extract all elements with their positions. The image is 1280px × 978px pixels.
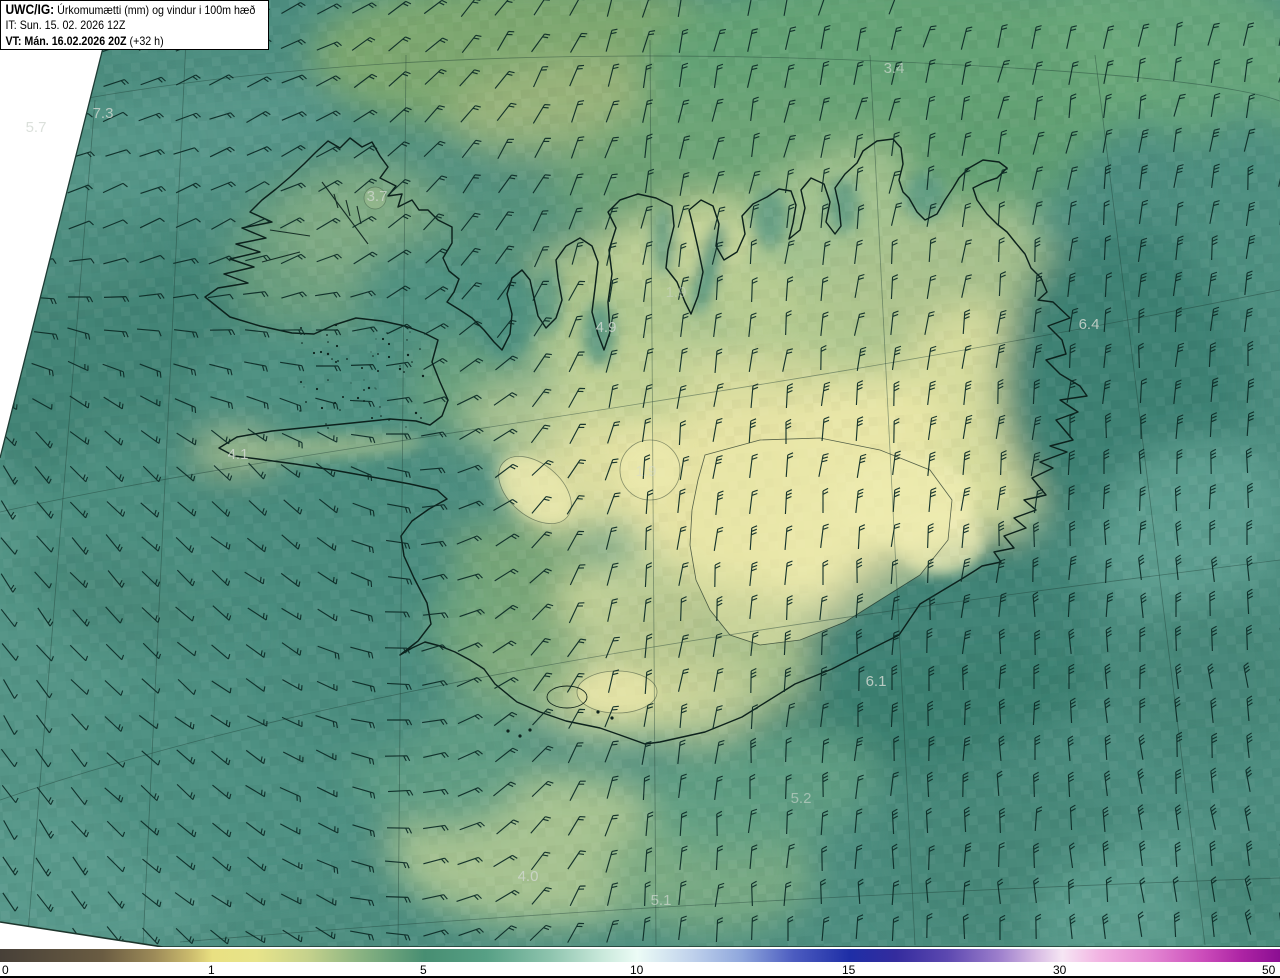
svg-text:5.7: 5.7 [26, 119, 47, 136]
svg-text:7.3: 7.3 [93, 105, 114, 122]
svg-text:5.1: 5.1 [651, 892, 672, 909]
svg-text:1.9: 1.9 [636, 463, 657, 480]
svg-text:3.7: 3.7 [367, 188, 388, 205]
svg-text:1.9: 1.9 [666, 284, 687, 301]
svg-text:4.1: 4.1 [228, 446, 249, 463]
svg-text:6.4: 6.4 [1079, 316, 1100, 333]
svg-text:4.0: 4.0 [518, 868, 539, 885]
svg-text:5.2: 5.2 [791, 790, 812, 807]
svg-text:6.1: 6.1 [866, 673, 887, 690]
svg-text:4.9: 4.9 [596, 319, 617, 336]
svg-text:3.4: 3.4 [884, 60, 905, 77]
